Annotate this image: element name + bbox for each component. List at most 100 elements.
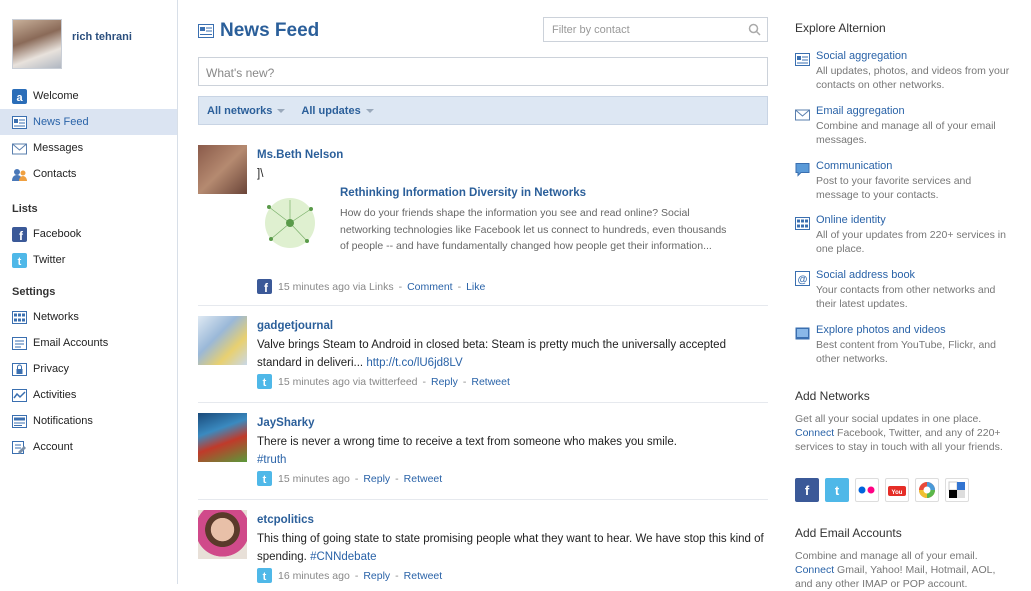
feed-filter-bar: All networks All updates [198, 96, 768, 125]
nav-item-label: Networks [33, 311, 79, 323]
nav-item-email-accounts[interactable]: Email Accounts [0, 330, 177, 356]
add-email-text: Combine and manage all of your email. Con… [795, 550, 996, 590]
svg-text:You: You [892, 490, 903, 496]
nav-item-contacts[interactable]: Contacts [0, 161, 177, 187]
activities-icon [12, 388, 27, 403]
add-facebook-icon[interactable]: f [795, 478, 819, 502]
news-feed-icon [198, 24, 214, 38]
explore-item-description: Best content from YouTube, Flickr, and o… [816, 339, 996, 365]
nav-item-label: Activities [33, 389, 77, 401]
link-thumbnail[interactable] [257, 195, 323, 251]
whats-new-input[interactable]: What's new? [198, 57, 768, 86]
link-title[interactable]: Rethinking Information Diversity in Netw… [340, 187, 586, 199]
post-meta: t 16 minutes ago - Reply - Retweet [257, 568, 767, 583]
post-author-link[interactable]: gadgetjournal [257, 320, 333, 332]
svg-text:a: a [16, 92, 23, 104]
reply-link[interactable]: Reply [363, 570, 390, 582]
nav-item-notifications[interactable]: Notifications [0, 408, 177, 434]
divider [198, 305, 768, 306]
post-timestamp: 16 minutes ago [278, 569, 350, 582]
post-avatar[interactable] [198, 145, 247, 194]
nav-item-welcome[interactable]: a Welcome [0, 83, 177, 109]
nav-item-label: Welcome [33, 90, 79, 102]
twitter-icon: t [257, 568, 272, 583]
retweet-link[interactable]: Retweet [404, 570, 443, 582]
add-flickr-icon[interactable] [855, 478, 879, 502]
nav-item-messages[interactable]: Messages [0, 135, 177, 161]
explore-item-description: Your contacts from other networks and th… [816, 284, 996, 310]
comment-link[interactable]: Comment [407, 281, 453, 293]
hashtag-link[interactable]: #truth [257, 454, 286, 466]
envelope-icon [795, 107, 810, 122]
search-icon[interactable] [748, 23, 761, 39]
explore-item-link[interactable]: Social aggregation [816, 50, 907, 62]
filter-placeholder: Filter by contact [552, 24, 630, 36]
contacts-icon [12, 167, 27, 182]
avatar[interactable] [12, 19, 62, 69]
post-text: Valve brings Steam to Android in closed … [257, 339, 726, 369]
svg-text:@: @ [798, 275, 808, 286]
explore-item-link[interactable]: Communication [816, 160, 892, 172]
nav-item-account[interactable]: Account [0, 434, 177, 460]
nav-item-activities[interactable]: Activities [0, 382, 177, 408]
add-picasa-icon[interactable] [915, 478, 939, 502]
main-content: News Feed Filter by contact What's new? … [198, 0, 769, 584]
add-email-heading: Add Email Accounts [795, 526, 902, 540]
connect-email-link[interactable]: Connect [795, 564, 834, 576]
nav-item-label: Notifications [33, 415, 93, 427]
nav-item-facebook[interactable]: f Facebook [0, 221, 177, 247]
post-timestamp: 15 minutes ago via Links [278, 280, 394, 293]
lists-heading: Lists [12, 203, 38, 215]
reply-link[interactable]: Reply [363, 473, 390, 485]
post-url-link[interactable]: http://t.co/lU6jd8LV [366, 357, 462, 369]
user-card: rich tehrani [12, 19, 132, 69]
retweet-link[interactable]: Retweet [404, 473, 443, 485]
explore-item-link[interactable]: Email aggregation [816, 105, 905, 117]
all-updates-dropdown[interactable]: All updates [301, 105, 374, 117]
photos-videos-icon [795, 326, 810, 341]
like-link[interactable]: Like [466, 281, 485, 293]
explore-item-link[interactable]: Explore photos and videos [816, 324, 946, 336]
news-feed-icon [12, 115, 27, 130]
connect-networks-link[interactable]: Connect [795, 427, 834, 439]
filter-by-contact-input[interactable]: Filter by contact [543, 17, 768, 42]
add-twitter-icon[interactable]: t [825, 478, 849, 502]
page-title: News Feed [198, 20, 319, 42]
post-author-link[interactable]: etcpolitics [257, 514, 314, 526]
post-avatar[interactable] [198, 510, 247, 559]
reply-link[interactable]: Reply [431, 376, 458, 388]
add-delicious-icon[interactable] [945, 478, 969, 502]
post-meta: t 15 minutes ago via twitterfeed - Reply … [257, 374, 767, 389]
post-author-link[interactable]: JaySharky [257, 417, 315, 429]
post-timestamp: 15 minutes ago via twitterfeed [278, 375, 418, 388]
nav-item-label: Twitter [33, 254, 66, 266]
add-youtube-icon[interactable]: You [885, 478, 909, 502]
hashtag-link[interactable]: #CNNdebate [310, 551, 376, 563]
explore-item-link[interactable]: Social address book [816, 269, 915, 281]
post-text: ]\ [257, 168, 264, 180]
twitter-icon: t [12, 252, 27, 268]
user-name-link[interactable]: rich tehrani [72, 31, 132, 69]
svg-text:t: t [263, 377, 267, 389]
explore-item-link[interactable]: Online identity [816, 214, 886, 226]
post-meta: t 15 minutes ago - Reply - Retweet [257, 471, 767, 486]
account-icon [12, 440, 27, 455]
whats-new-placeholder: What's new? [206, 66, 275, 80]
chevron-down-icon [365, 108, 374, 113]
nav-item-twitter[interactable]: t Twitter [0, 247, 177, 273]
post-author-link[interactable]: Ms.Beth Nelson [257, 149, 343, 161]
retweet-link[interactable]: Retweet [471, 376, 510, 388]
nav-item-networks[interactable]: Networks [0, 304, 177, 330]
nav-item-label: Facebook [33, 228, 82, 240]
nav-item-privacy[interactable]: Privacy [0, 356, 177, 382]
facebook-icon: f [12, 226, 27, 242]
add-networks-heading: Add Networks [795, 389, 870, 403]
post-text: There is never a wrong time to receive a… [257, 436, 677, 466]
privacy-icon [12, 362, 27, 377]
divider [198, 499, 768, 500]
all-networks-dropdown[interactable]: All networks [207, 105, 286, 117]
post-avatar[interactable] [198, 413, 247, 462]
nav-item-news-feed[interactable]: News Feed [0, 109, 177, 135]
post-avatar[interactable] [198, 316, 247, 365]
speech-bubble-icon [795, 162, 810, 177]
